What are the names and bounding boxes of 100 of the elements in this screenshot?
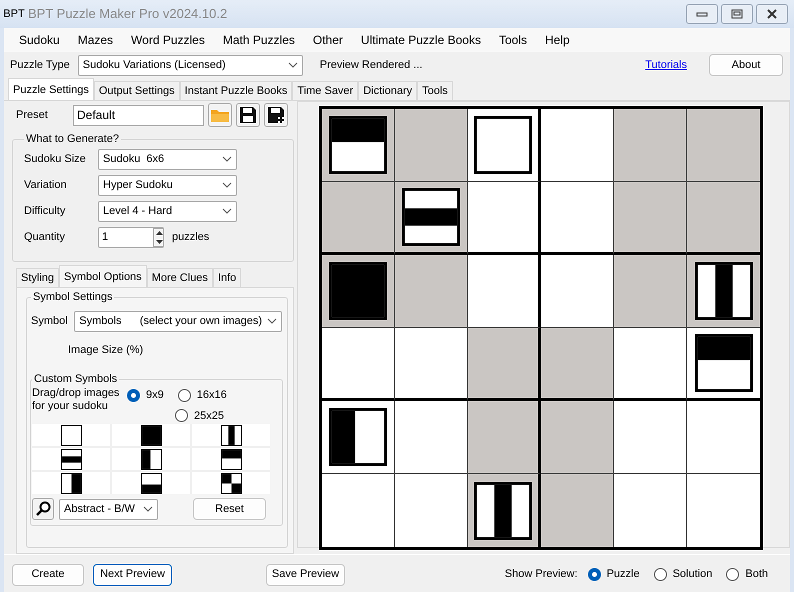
menu-item[interactable]: Sudoku xyxy=(10,31,69,49)
grid-cell[interactable] xyxy=(395,328,468,401)
grid-cell[interactable] xyxy=(322,328,395,401)
tab[interactable]: Puzzle Settings xyxy=(8,78,94,100)
grid-cell[interactable] xyxy=(322,255,395,328)
grid-cell[interactable] xyxy=(541,401,614,474)
grid-cell[interactable] xyxy=(468,255,541,328)
field-label: Image Size (%) xyxy=(68,343,144,358)
grid-cell[interactable] xyxy=(322,401,395,474)
grid-cell[interactable] xyxy=(468,182,541,255)
grid-cell[interactable] xyxy=(468,401,541,474)
about-button[interactable]: About xyxy=(709,54,783,76)
radio-option[interactable]: 25x25 xyxy=(175,408,224,424)
grid-cell[interactable] xyxy=(468,474,541,547)
field-label: Quantity xyxy=(24,230,66,245)
grid-cell[interactable] xyxy=(687,474,760,547)
chevron-icon xyxy=(288,62,298,68)
action-button[interactable]: Next Preview xyxy=(93,564,172,586)
minimize-button[interactable] xyxy=(686,4,718,24)
grid-cell[interactable] xyxy=(322,474,395,547)
floppy-plus-icon xyxy=(267,106,285,124)
chevron-icon xyxy=(267,318,277,324)
dropdown[interactable]: Hyper Sudoku xyxy=(98,174,237,196)
chevron-icon xyxy=(143,506,153,512)
reset-button[interactable]: Reset xyxy=(193,498,266,520)
tutorials-link[interactable]: Tutorials xyxy=(645,56,687,74)
grid-cell[interactable] xyxy=(614,474,687,547)
grid-cell[interactable] xyxy=(687,182,760,255)
grid-cell[interactable] xyxy=(468,328,541,401)
grid-cell[interactable] xyxy=(614,401,687,474)
grid-cell[interactable] xyxy=(687,401,760,474)
grid-cell[interactable] xyxy=(541,328,614,401)
save-button[interactable] xyxy=(236,103,260,127)
grid-cell[interactable] xyxy=(395,182,468,255)
menu-item[interactable]: Help xyxy=(536,31,579,49)
action-button[interactable]: Save Preview xyxy=(266,564,345,586)
menu-item[interactable]: Tools xyxy=(490,31,536,49)
grid-cell[interactable] xyxy=(395,109,468,182)
grid-cell[interactable] xyxy=(687,255,760,328)
grid-cell[interactable] xyxy=(614,109,687,182)
grid-cell[interactable] xyxy=(395,401,468,474)
tab[interactable]: Symbol Options xyxy=(59,265,147,287)
grid-cell[interactable] xyxy=(614,182,687,255)
grid-cell[interactable] xyxy=(614,328,687,401)
dropdown[interactable]: Level 4 - Hard xyxy=(98,200,237,222)
tab[interactable]: Dictionary xyxy=(358,81,418,100)
search-button[interactable] xyxy=(32,498,54,520)
tab[interactable]: Styling xyxy=(16,268,60,287)
radio-option[interactable]: Solution xyxy=(654,566,712,583)
field-label: Show Preview: xyxy=(504,567,578,582)
restore-icon xyxy=(731,9,743,19)
preset-field[interactable]: Default xyxy=(73,104,204,126)
tab[interactable]: More Clues xyxy=(146,268,213,287)
pattern-square-icon xyxy=(329,116,387,174)
menu-item[interactable]: Other xyxy=(304,31,352,49)
menu-item[interactable]: Word Puzzles xyxy=(122,31,214,49)
pattern-square-icon xyxy=(329,262,387,320)
grid-cell[interactable] xyxy=(322,109,395,182)
menu-item[interactable]: Math Puzzles xyxy=(214,31,304,49)
grid-cell[interactable] xyxy=(541,474,614,547)
radio-option[interactable]: 16x16 xyxy=(178,387,227,404)
radio-option[interactable]: 9x9 xyxy=(127,387,164,404)
field-label: Variation xyxy=(24,178,68,193)
field-label: Symbol xyxy=(31,314,69,329)
spin-arrows-icon xyxy=(153,228,163,246)
field-label: Puzzle Type xyxy=(10,58,70,73)
radio-option[interactable]: Both xyxy=(726,566,768,583)
dropdown[interactable]: Sudoku Variations (Licensed) xyxy=(78,54,303,76)
menu-item[interactable]: Mazes xyxy=(68,31,122,49)
tab[interactable]: Tools xyxy=(417,81,453,100)
grid-cell[interactable] xyxy=(468,109,541,182)
tab[interactable]: Time Saver xyxy=(292,81,358,100)
radio-option[interactable]: Puzzle xyxy=(588,566,640,583)
status-text: Preview Rendered ... xyxy=(320,58,422,73)
save-as-button[interactable] xyxy=(264,103,288,127)
grid-cell[interactable] xyxy=(614,255,687,328)
tab[interactable]: Instant Puzzle Books xyxy=(180,81,292,100)
menu-item[interactable]: Ultimate Puzzle Books xyxy=(352,31,490,49)
grid-cell[interactable] xyxy=(541,109,614,182)
tab[interactable]: Info xyxy=(212,268,242,287)
action-button[interactable]: Create xyxy=(12,564,84,586)
quantity-spinner[interactable]: 1 xyxy=(98,226,164,248)
grid-cell[interactable] xyxy=(541,255,614,328)
dropdown[interactable]: Abstract - B/W xyxy=(59,498,158,520)
grid-cell[interactable] xyxy=(395,255,468,328)
tab[interactable]: Output Settings xyxy=(94,81,180,100)
dropdown[interactable]: Sudoku 6x6 xyxy=(98,148,237,170)
dropdown[interactable]: Symbols (select your own images) xyxy=(74,310,282,332)
grid-cell[interactable] xyxy=(687,109,760,182)
close-button[interactable] xyxy=(756,4,788,24)
field-label: Difficulty xyxy=(24,204,66,219)
chevron-icon xyxy=(222,156,232,162)
restore-button[interactable] xyxy=(721,4,753,24)
grid-cell[interactable] xyxy=(541,182,614,255)
grid-cell[interactable] xyxy=(395,474,468,547)
chevron-icon xyxy=(222,182,232,188)
grid-cell[interactable] xyxy=(687,328,760,401)
grid-cell[interactable] xyxy=(322,182,395,255)
pattern-square-icon xyxy=(694,334,752,392)
close-icon xyxy=(766,9,778,19)
